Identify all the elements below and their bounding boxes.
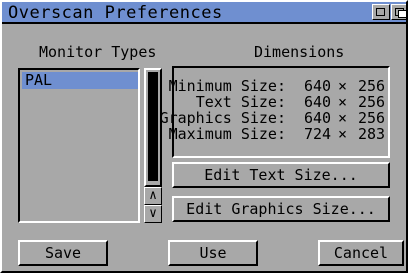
zoom-gadget-icon[interactable] xyxy=(372,4,390,20)
graphics-times-sign: × xyxy=(338,109,348,127)
minimum-height-value: 256 xyxy=(358,77,386,95)
scroll-down-button[interactable]: ∨ xyxy=(144,205,162,223)
maximum-times-sign: × xyxy=(338,125,348,143)
overscan-preferences-window: Overscan Preferences Monitor Types Dimen… xyxy=(0,0,408,273)
cancel-button[interactable]: Cancel xyxy=(318,240,404,266)
use-button[interactable]: Use xyxy=(168,240,258,266)
graphics-height-value: 256 xyxy=(358,109,386,127)
maximum-width-value: 724 xyxy=(304,125,332,143)
edit-graphics-size-button[interactable]: Edit Graphics Size... xyxy=(172,196,390,222)
graphics-size-label: Graphics Size: xyxy=(159,109,286,127)
scroll-up-button[interactable]: ∧ xyxy=(144,187,162,205)
save-button[interactable]: Save xyxy=(18,240,108,266)
window-title: Overscan Preferences xyxy=(8,3,223,23)
minimum-width-value: 640 xyxy=(304,77,332,95)
graphics-width-value: 640 xyxy=(304,109,332,127)
maximum-size-label: Maximum Size: xyxy=(168,125,286,143)
minimum-times-sign: × xyxy=(338,77,348,95)
depth-gadget-icon[interactable] xyxy=(391,4,407,20)
dimensions-heading: Dimensions xyxy=(254,43,345,61)
monitor-types-heading: Monitor Types xyxy=(39,43,157,61)
text-width-value: 640 xyxy=(304,93,332,111)
zoom-gadget-inner xyxy=(376,8,385,16)
text-times-sign: × xyxy=(338,93,348,111)
text-size-label: Text Size: xyxy=(195,93,286,111)
text-height-value: 256 xyxy=(358,93,386,111)
dimensions-panel: Minimum Size: 640 × 256 Text Size: 640 ×… xyxy=(160,66,390,158)
minimum-size-label: Minimum Size: xyxy=(168,77,286,95)
depth-gadget-front xyxy=(398,10,407,18)
maximum-height-value: 283 xyxy=(358,125,386,143)
title-bar[interactable]: Overscan Preferences xyxy=(2,2,407,24)
edit-text-size-button[interactable]: Edit Text Size... xyxy=(172,162,390,188)
